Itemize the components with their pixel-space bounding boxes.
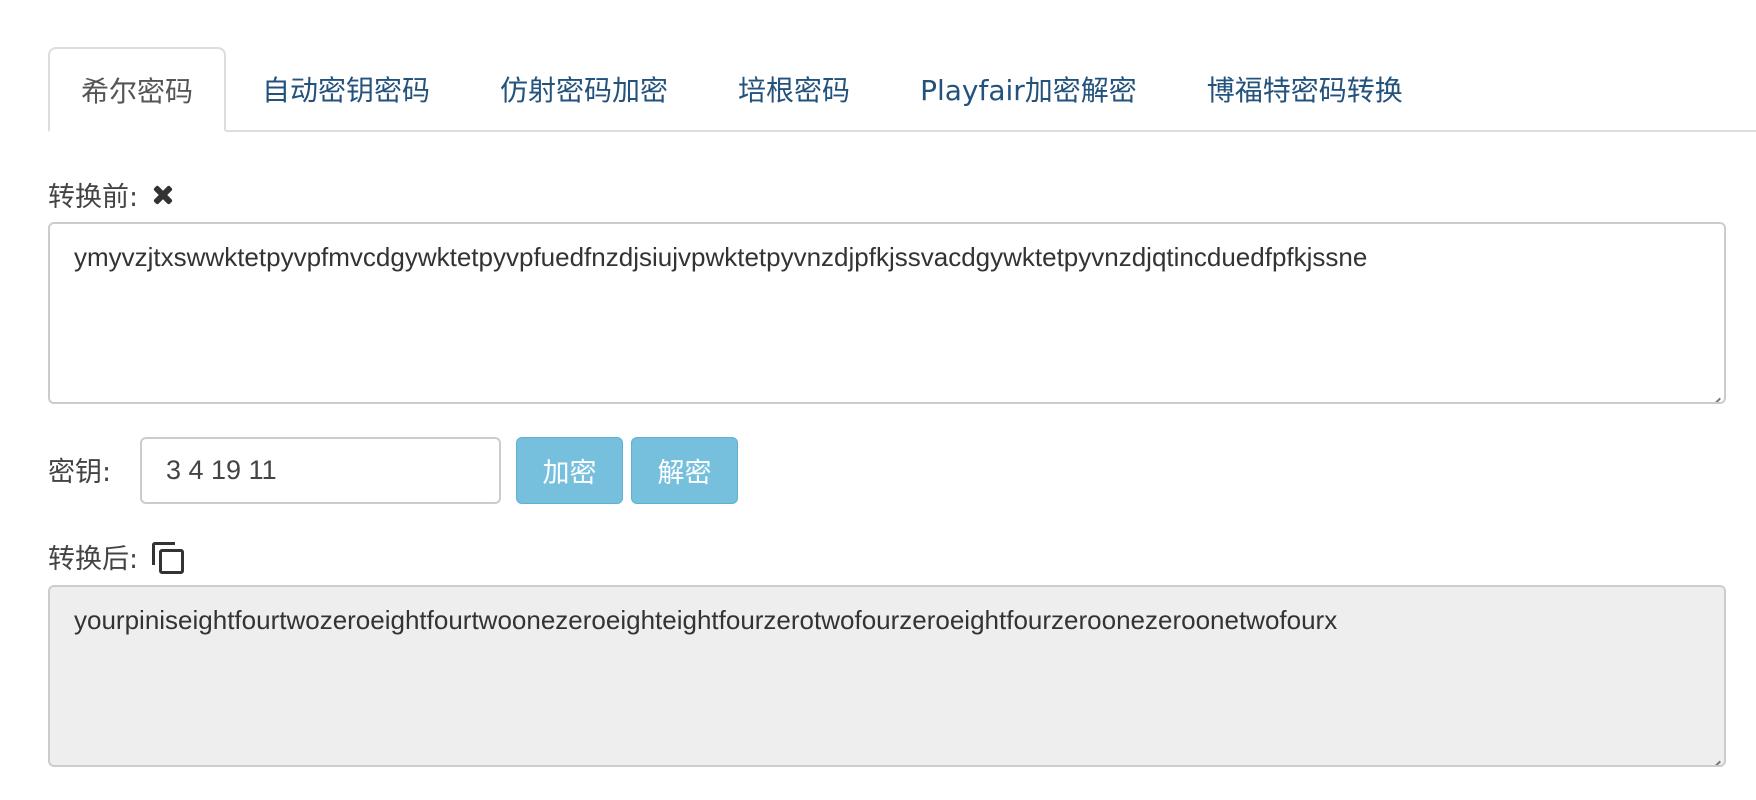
tab-bacon-cipher[interactable]: 培根密码 [738, 47, 850, 130]
cipher-tabs: 希尔密码 自动密钥密码 仿射密码加密 培根密码 Playfair加密解密 博福特… [48, 47, 1756, 132]
output-textarea[interactable]: yourpiniseightfourtwozeroeightfourtwoone… [48, 585, 1726, 767]
copy-icon[interactable] [152, 541, 185, 574]
encrypt-button[interactable]: 加密 [516, 437, 623, 504]
tab-autokey-cipher[interactable]: 自动密钥密码 [262, 47, 430, 130]
tab-playfair-cipher[interactable]: Playfair加密解密 [920, 47, 1137, 130]
input-label-row: 转换前: [48, 175, 176, 214]
resize-grip-icon[interactable] [1707, 748, 1721, 762]
input-textarea[interactable]: ymyvzjtxswwktetpyvpfmvcdgywktetpyvpfuedf… [48, 222, 1726, 404]
tab-affine-cipher[interactable]: 仿射密码加密 [500, 47, 668, 130]
key-label: 密钥: [48, 457, 112, 488]
output-label-row: 转换后: [48, 537, 185, 576]
tab-beaufort-cipher[interactable]: 博福特密码转换 [1207, 47, 1403, 130]
decrypt-button[interactable]: 解密 [631, 437, 738, 504]
output-label: 转换后: [48, 544, 139, 575]
input-label: 转换前: [48, 182, 139, 213]
output-text: yourpiniseightfourtwozeroeightfourtwoone… [74, 605, 1338, 635]
input-text: ymyvzjtxswwktetpyvpfmvcdgywktetpyvpfuedf… [74, 242, 1368, 272]
close-icon[interactable] [150, 182, 176, 208]
tab-hill-cipher[interactable]: 希尔密码 [48, 47, 227, 132]
resize-grip-icon[interactable] [1707, 385, 1721, 399]
key-input[interactable]: 3 4 19 11 [140, 437, 501, 504]
key-value: 3 4 19 11 [166, 455, 277, 485]
